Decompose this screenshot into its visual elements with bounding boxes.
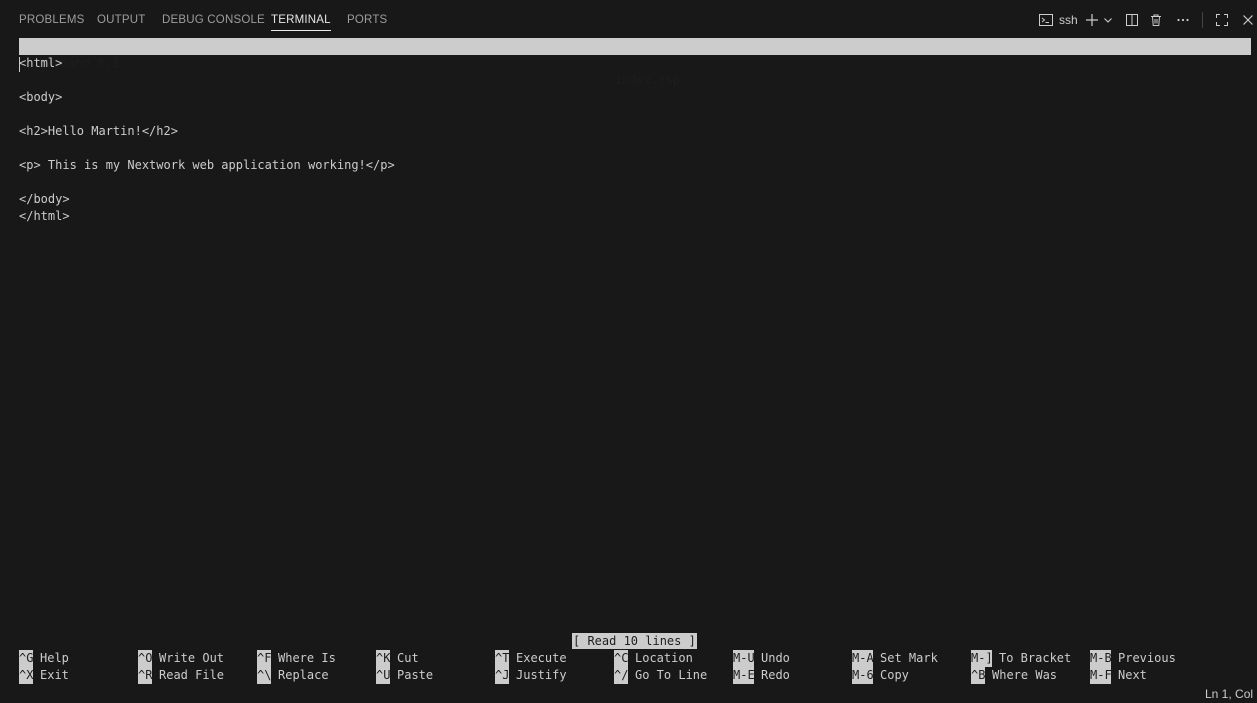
terminal-profile-label: ssh	[1059, 13, 1078, 27]
shortcut-location: ^C Location	[614, 650, 693, 667]
shortcut-key: ^K	[376, 650, 390, 667]
nano-filename: index.jsp	[615, 73, 681, 87]
shortcut-exit: ^X Exit	[19, 667, 69, 684]
cursor-position-text: Ln 1, Col 1	[1205, 687, 1257, 701]
plus-icon	[1085, 13, 1099, 27]
nano-title-bar: GNU nano 8.3 index.jsp	[19, 38, 1251, 87]
editor-line: <h2>Hello Martin!</h2>	[19, 124, 178, 138]
shortcut-go-to-line: ^/ Go To Line	[614, 667, 707, 684]
nano-status-message: [ Read 10 lines ]	[572, 633, 697, 649]
editor-line: </html>	[19, 209, 70, 223]
shortcut-key: ^B	[971, 667, 985, 684]
shortcut-label: Next	[1118, 668, 1147, 682]
editor-line: </body>	[19, 192, 70, 206]
maximize-icon	[1215, 13, 1229, 27]
toolbar-divider	[1202, 12, 1203, 28]
shortcut-next: M-F Next	[1090, 667, 1147, 684]
terminal-area[interactable]: GNU nano 8.3 index.jsp <html> <body> <h2…	[18, 38, 1257, 686]
maximize-panel-button[interactable]	[1214, 10, 1230, 30]
close-icon	[1242, 14, 1254, 26]
shortcut-label: Replace	[278, 668, 329, 682]
shortcut-cut: ^K Cut	[376, 650, 419, 667]
panel-header: PROBLEMS OUTPUT DEBUG CONSOLE TERMINAL P…	[0, 0, 1257, 38]
shortcut-copy: M-6 Copy	[852, 667, 909, 684]
text-cursor	[19, 57, 20, 72]
shortcut-label: To Bracket	[999, 651, 1072, 665]
trash-icon	[1149, 13, 1163, 27]
shortcut-key: ^C	[614, 650, 628, 667]
shortcut-key: ^X	[19, 667, 33, 684]
shortcut-where-is: ^F Where Is	[257, 650, 336, 667]
tab-ports[interactable]: PORTS	[347, 12, 387, 28]
shortcut-key: ^T	[495, 650, 509, 667]
kill-terminal-button[interactable]	[1148, 10, 1164, 30]
shortcut-key: M-A	[852, 650, 873, 667]
shortcut-key: M-F	[1090, 667, 1111, 684]
shortcut-label: Where Was	[992, 668, 1058, 682]
terminal-profile-button[interactable]: ssh	[1038, 10, 1078, 30]
shortcut-label: Location	[635, 651, 693, 665]
shortcut-label: Undo	[761, 651, 790, 665]
shortcut-execute: ^T Execute	[495, 650, 567, 667]
tab-output[interactable]: OUTPUT	[97, 12, 145, 28]
shortcut-label: Previous	[1118, 651, 1176, 665]
shortcut-read-file: ^R Read File	[138, 667, 224, 684]
tab-problems[interactable]: PROBLEMS	[19, 12, 85, 28]
shortcut-label: Redo	[761, 668, 790, 682]
shortcut-label: Copy	[880, 668, 909, 682]
shortcut-previous: M-B Previous	[1090, 650, 1176, 667]
more-actions-button[interactable]	[1175, 10, 1191, 30]
shortcut-label: Paste	[397, 668, 434, 682]
split-terminal-button[interactable]	[1124, 10, 1140, 30]
shortcut-justify: ^J Justify	[495, 667, 567, 684]
shortcut-to-bracket: M-] To Bracket	[971, 650, 1071, 667]
shortcut-label: Write Out	[159, 651, 225, 665]
shortcut-key: M-]	[971, 650, 992, 667]
shortcut-label: Justify	[516, 668, 567, 682]
tab-debug-console[interactable]: DEBUG CONSOLE	[162, 12, 265, 28]
shortcut-key: ^O	[138, 650, 152, 667]
editor-line: <p> This is my Nextwork web application …	[19, 158, 395, 172]
shortcut-set-mark: M-A Set Mark	[852, 650, 938, 667]
terminal-dropdown-button[interactable]	[1102, 10, 1114, 30]
shortcut-key: ^/	[614, 667, 628, 684]
shortcut-redo: M-E Redo	[733, 667, 790, 684]
shortcut-where-was: ^B Where Was	[971, 667, 1057, 684]
shortcut-key: M-U	[733, 650, 754, 667]
chevron-down-icon	[1103, 15, 1113, 25]
shortcut-help: ^G Help	[19, 650, 69, 667]
terminal-icon	[1038, 12, 1054, 28]
shortcut-key: ^F	[257, 650, 271, 667]
new-terminal-button[interactable]	[1084, 10, 1100, 30]
shortcut-key: M-6	[852, 667, 873, 684]
more-icon	[1176, 13, 1190, 27]
shortcut-key: ^R	[138, 667, 152, 684]
split-icon	[1125, 13, 1139, 27]
shortcut-undo: M-U Undo	[733, 650, 790, 667]
shortcut-label: Where Is	[278, 651, 336, 665]
close-panel-button[interactable]	[1240, 10, 1256, 30]
shortcut-label: Help	[40, 651, 69, 665]
shortcut-write-out: ^O Write Out	[138, 650, 224, 667]
shortcut-label: Read File	[159, 668, 225, 682]
shortcut-paste: ^U Paste	[376, 667, 433, 684]
shortcut-key: ^G	[19, 650, 33, 667]
shortcut-label: Exit	[40, 668, 69, 682]
panel-actions: ssh	[1038, 10, 1257, 30]
cursor-position-status[interactable]: Ln 1, Col 1	[1177, 686, 1257, 703]
editor-line: <html>	[19, 56, 63, 70]
shortcut-label: Execute	[516, 651, 567, 665]
shortcut-key: ^U	[376, 667, 390, 684]
shortcut-key: M-B	[1090, 650, 1111, 667]
shortcut-label: Set Mark	[880, 651, 938, 665]
shortcut-key: ^J	[495, 667, 509, 684]
shortcut-key: ^\	[257, 667, 271, 684]
shortcut-label: Cut	[397, 651, 419, 665]
editor-line: <body>	[19, 90, 63, 104]
shortcut-key: M-E	[733, 667, 754, 684]
tab-terminal[interactable]: TERMINAL	[271, 12, 331, 31]
shortcut-label: Go To Line	[635, 668, 708, 682]
shortcut-replace: ^\ Replace	[257, 667, 329, 684]
